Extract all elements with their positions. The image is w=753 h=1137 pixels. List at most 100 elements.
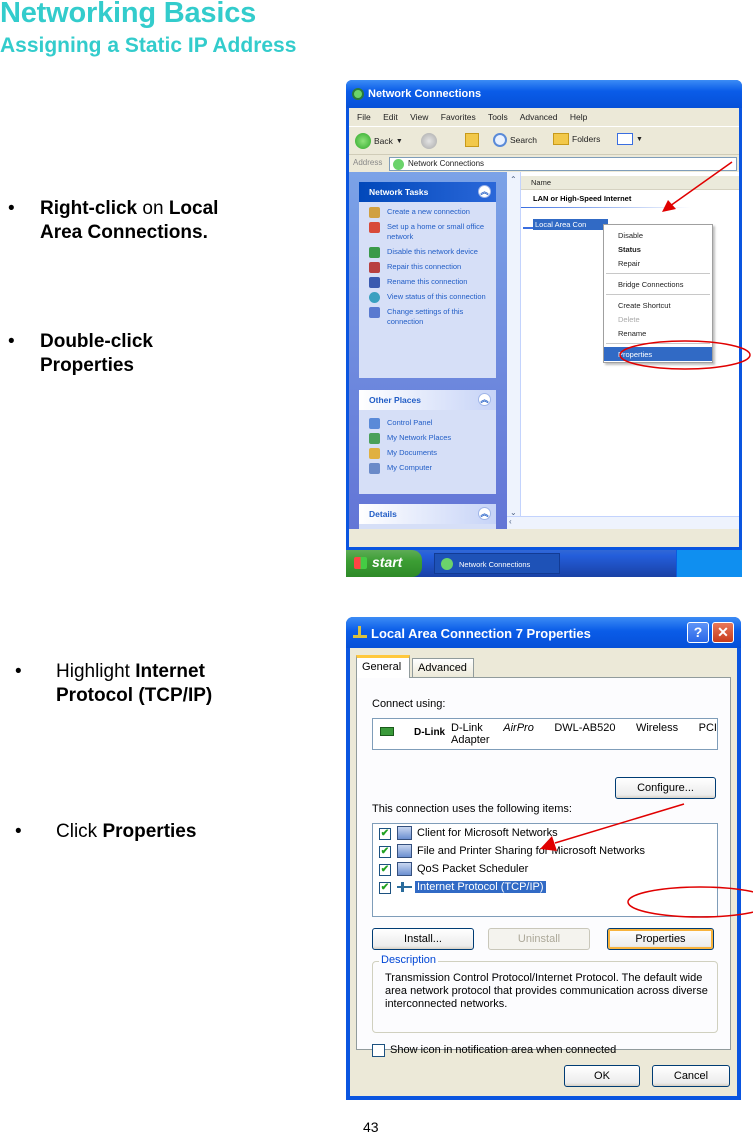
dialog-body: General Advanced Connect using: D-Link D… xyxy=(350,648,737,1096)
views-button[interactable]: ▼ xyxy=(617,133,643,145)
network-connections-window: Network Connections File Edit View Favor… xyxy=(346,80,742,577)
expand-icon[interactable]: ︽ xyxy=(478,507,491,520)
configure-button[interactable]: Configure... xyxy=(615,777,716,799)
item-label-selected: Internet Protocol (TCP/IP) xyxy=(415,881,546,893)
network-tasks-header[interactable]: Network Tasks ︽ xyxy=(359,182,496,202)
place-my-computer[interactable]: My Computer xyxy=(359,463,496,474)
back-label: Back xyxy=(374,136,393,146)
task-label: Rename this connection xyxy=(387,277,468,286)
properties-dialog: Local Area Connection 7 Properties ? ✕ G… xyxy=(346,617,741,1100)
place-my-network-places[interactable]: My Network Places xyxy=(359,433,496,444)
menu-item-delete: Delete xyxy=(618,315,640,324)
task-label: View status of this connection xyxy=(387,292,486,301)
place-label: My Documents xyxy=(387,448,438,457)
menu-item-disable[interactable]: Disable xyxy=(604,228,712,242)
settings-icon xyxy=(369,307,380,318)
address-label: Address xyxy=(353,158,383,167)
up-folder-button[interactable] xyxy=(465,133,479,147)
menu-item-properties[interactable]: Properties xyxy=(604,347,712,361)
client-computer-icon xyxy=(397,826,412,840)
task-view-status[interactable]: View status of this connection xyxy=(359,292,496,303)
context-menu: Disable Status Repair Bridge Connections… xyxy=(603,224,713,363)
task-repair-connection[interactable]: Repair this connection xyxy=(359,262,496,273)
place-my-documents[interactable]: My Documents xyxy=(359,448,496,459)
status-bar xyxy=(349,529,739,547)
horizontal-scrollbar[interactable]: ‹ xyxy=(507,516,739,529)
components-list: ✔ Client for Microsoft Networks ✔ File a… xyxy=(372,823,718,917)
scroll-up-icon[interactable]: ⌃ xyxy=(510,175,517,184)
menu-item-bridge-connections[interactable]: Bridge Connections xyxy=(604,277,712,291)
menu-file[interactable]: File xyxy=(357,112,371,122)
page-title: Networking Basics xyxy=(0,0,257,29)
adapter-name: D-Link AirPro DWL-AB520 Wireless PCI Ada… xyxy=(451,722,717,746)
task-label: Disable this network device xyxy=(387,247,478,256)
network-places-icon xyxy=(369,433,380,444)
place-control-panel[interactable]: Control Panel xyxy=(359,418,496,429)
network-connections-icon xyxy=(393,159,404,170)
window-title: Network Connections xyxy=(368,88,482,100)
task-change-settings[interactable]: Change settings of this connection xyxy=(359,307,496,327)
connection-label: Local Area Con xyxy=(533,219,609,230)
show-icon-checkbox[interactable] xyxy=(372,1044,385,1057)
menu-view[interactable]: View xyxy=(410,112,428,122)
menu-tools[interactable]: Tools xyxy=(488,112,508,122)
collapse-icon[interactable]: ︽ xyxy=(478,185,491,198)
menu-item-create-shortcut[interactable]: Create Shortcut xyxy=(604,298,712,312)
menu-item-repair[interactable]: Repair xyxy=(604,256,712,270)
ok-button[interactable]: OK xyxy=(564,1065,640,1087)
details-panel: Details ︽ xyxy=(359,504,496,529)
tab-general[interactable]: General xyxy=(356,655,410,678)
details-header[interactable]: Details ︽ xyxy=(359,504,496,524)
items-label: This connection uses the following items… xyxy=(372,803,572,815)
menu-item-status[interactable]: Status xyxy=(604,242,712,256)
task-create-connection[interactable]: Create a new connection xyxy=(359,207,496,218)
instruction-right-click: • Right-click on Local Area Connections. xyxy=(8,197,308,247)
tab-advanced[interactable]: Advanced xyxy=(412,658,474,677)
window-titlebar[interactable]: Network Connections xyxy=(346,80,742,108)
page-subtitle: Assigning a Static IP Address xyxy=(0,34,297,57)
dialog-titlebar[interactable]: Local Area Connection 7 Properties xyxy=(346,617,741,648)
menu-separator xyxy=(606,273,710,274)
vertical-scrollbar[interactable]: ⌃ ⌄ xyxy=(507,172,521,529)
other-places-panel: Other Places ︽ Control Panel My Network … xyxy=(359,390,496,494)
collapse-icon[interactable]: ︽ xyxy=(478,393,491,406)
panel-title: Details xyxy=(369,509,397,519)
close-button[interactable]: ✕ xyxy=(712,622,734,643)
back-button[interactable]: Back ▼ xyxy=(355,133,403,149)
other-places-header[interactable]: Other Places ︽ xyxy=(359,390,496,410)
taskbar-button-network-connections[interactable]: Network Connections xyxy=(434,553,560,574)
install-button[interactable]: Install... xyxy=(372,928,474,950)
local-area-connection-item[interactable]: Local Area Con xyxy=(523,219,609,231)
properties-button[interactable]: Properties xyxy=(607,928,714,950)
search-button[interactable]: Search xyxy=(493,133,537,147)
left-task-pane: Network Tasks ︽ Create a new connection … xyxy=(349,172,507,529)
adapter-name-word: D-Link xyxy=(451,722,483,734)
checkbox-checked[interactable]: ✔ xyxy=(379,846,391,858)
menu-advanced[interactable]: Advanced xyxy=(520,112,558,122)
checkbox-checked[interactable]: ✔ xyxy=(379,864,391,876)
menu-edit[interactable]: Edit xyxy=(383,112,398,122)
menu-favorites[interactable]: Favorites xyxy=(441,112,476,122)
lan-connection-icon xyxy=(353,626,367,638)
instruction-highlight: • Highlight Internet Protocol (TCP/IP) xyxy=(15,660,315,710)
column-header-name[interactable]: Name xyxy=(521,176,739,190)
instr-text: Protocol (TCP/IP) xyxy=(56,685,213,706)
menu-help[interactable]: Help xyxy=(570,112,587,122)
cancel-button[interactable]: Cancel xyxy=(652,1065,730,1087)
task-label: Create a new connection xyxy=(387,207,470,216)
menu-item-rename[interactable]: Rename xyxy=(604,326,712,340)
checkbox-checked[interactable]: ✔ xyxy=(379,882,391,894)
checkbox-checked[interactable]: ✔ xyxy=(379,828,391,840)
scroll-left-icon[interactable]: ‹ xyxy=(509,517,512,526)
start-button[interactable]: start xyxy=(346,550,422,577)
forward-button[interactable] xyxy=(421,133,437,149)
instr-text: Area Connections. xyxy=(40,222,208,243)
help-button[interactable]: ? xyxy=(687,622,709,643)
task-rename-connection[interactable]: Rename this connection xyxy=(359,277,496,288)
task-disable-device[interactable]: Disable this network device xyxy=(359,247,496,258)
description-legend: Description xyxy=(379,954,439,966)
address-input[interactable]: Network Connections xyxy=(389,157,737,171)
group-divider xyxy=(521,207,691,208)
task-home-network[interactable]: Set up a home or small office network xyxy=(359,222,496,242)
folders-button[interactable]: Folders xyxy=(553,133,600,145)
